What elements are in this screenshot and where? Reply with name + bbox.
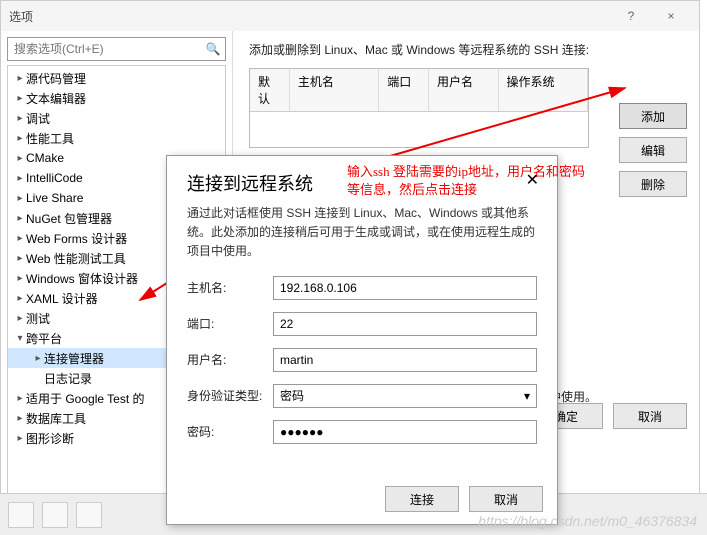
tree-node[interactable]: ▸文本编辑器 [8, 88, 225, 108]
tree-label: Live Share [26, 191, 83, 205]
expand-icon: ▸ [14, 393, 26, 404]
edit-button[interactable]: 编辑 [619, 137, 687, 163]
watermark: https://blog.csdn.net/m0_46376834 [478, 513, 697, 529]
tree-label: CMake [26, 151, 64, 165]
auth-select[interactable]: 密码 ▾ [273, 384, 537, 408]
add-button[interactable]: 添加 [619, 103, 687, 129]
expand-icon: ▸ [14, 193, 26, 204]
column-header[interactable]: 默认 [250, 69, 290, 111]
tree-label: 文本编辑器 [26, 90, 86, 107]
expand-icon: ▸ [14, 173, 26, 184]
tree-label: 连接管理器 [44, 350, 104, 367]
user-label: 用户名: [187, 351, 273, 368]
titlebar: 选项 ? × [1, 1, 699, 31]
toolbar-button[interactable] [76, 502, 102, 528]
tree-label: IntelliCode [26, 171, 83, 185]
window-title: 选项 [9, 8, 611, 25]
expand-icon: ▸ [14, 133, 26, 144]
cancel-button[interactable]: 取消 [613, 403, 687, 429]
connect-button[interactable]: 连接 [385, 486, 459, 512]
connect-dialog: 连接到远程系统 ✕ 通过此对话框使用 SSH 连接到 Linux、Mac、Win… [166, 155, 558, 525]
column-header[interactable]: 操作系统 [499, 69, 588, 111]
tree-label: 跨平台 [26, 330, 62, 347]
annotation-text: 输入ssh 登陆需要的ip地址，用户名和密码 等信息，然后点击连接 [347, 163, 585, 199]
expand-icon: ▸ [14, 253, 26, 264]
tree-label: 图形诊断 [26, 430, 74, 447]
annotation-line2: 等信息，然后点击连接 [347, 181, 585, 199]
chevron-down-icon: ▾ [524, 389, 530, 403]
password-input[interactable] [273, 420, 537, 444]
user-input[interactable] [273, 348, 537, 372]
connections-grid: 默认主机名端口用户名操作系统 [249, 68, 589, 148]
expand-icon: ▸ [14, 93, 26, 104]
tree-label: 调试 [26, 110, 50, 127]
expand-icon: ▾ [14, 333, 26, 344]
expand-icon: ▸ [14, 233, 26, 244]
tree-node[interactable]: ▸源代码管理 [8, 68, 225, 88]
expand-icon: ▸ [14, 73, 26, 84]
tree-label: 日志记录 [44, 370, 92, 387]
expand-icon: ▸ [14, 293, 26, 304]
auth-value: 密码 [280, 387, 304, 404]
tree-label: 性能工具 [26, 130, 74, 147]
column-header[interactable]: 用户名 [429, 69, 499, 111]
host-input[interactable] [273, 276, 537, 300]
dialog-description: 通过此对话框使用 SSH 连接到 Linux、Mac、Windows 或其他系统… [167, 200, 557, 276]
tree-label: 数据库工具 [26, 410, 86, 427]
expand-icon: ▸ [14, 213, 26, 224]
expand-icon: ▸ [32, 353, 44, 364]
password-label: 密码: [187, 423, 273, 440]
port-label: 端口: [187, 315, 273, 332]
dialog-cancel-button[interactable]: 取消 [469, 486, 543, 512]
tree-label: XAML 设计器 [26, 290, 98, 307]
tree-label: 源代码管理 [26, 70, 86, 87]
column-header[interactable]: 主机名 [290, 69, 379, 111]
tree-node[interactable]: ▸性能工具 [8, 128, 225, 148]
close-icon[interactable]: × [651, 2, 691, 30]
panel-description: 添加或删除到 Linux、Mac 或 Windows 等远程系统的 SSH 连接… [249, 41, 687, 58]
port-input[interactable] [273, 312, 537, 336]
toolbar-button[interactable] [42, 502, 68, 528]
expand-icon: ▸ [14, 413, 26, 424]
expand-icon: ▸ [14, 433, 26, 444]
tree-node[interactable]: ▸调试 [8, 108, 225, 128]
search-input[interactable] [8, 42, 201, 56]
tree-label: 适用于 Google Test 的 [26, 390, 145, 407]
tree-label: Web 性能测试工具 [26, 250, 126, 267]
search-wrap: 🔍 [7, 37, 226, 61]
host-label: 主机名: [187, 279, 273, 296]
delete-button[interactable]: 删除 [619, 171, 687, 197]
expand-icon: ▸ [14, 113, 26, 124]
tree-label: Windows 窗体设计器 [26, 270, 138, 287]
expand-icon: ▸ [14, 153, 26, 164]
tree-label: NuGet 包管理器 [26, 210, 112, 227]
search-icon[interactable]: 🔍 [201, 42, 225, 56]
tree-label: 测试 [26, 310, 50, 327]
column-header[interactable]: 端口 [379, 69, 429, 111]
expand-icon: ▸ [14, 313, 26, 324]
help-icon[interactable]: ? [611, 2, 651, 30]
auth-label: 身份验证类型: [187, 387, 273, 404]
expand-icon: ▸ [14, 273, 26, 284]
annotation-line1: 输入ssh 登陆需要的ip地址，用户名和密码 [347, 163, 585, 181]
toolbar-button[interactable] [8, 502, 34, 528]
tree-label: Web Forms 设计器 [26, 230, 127, 247]
